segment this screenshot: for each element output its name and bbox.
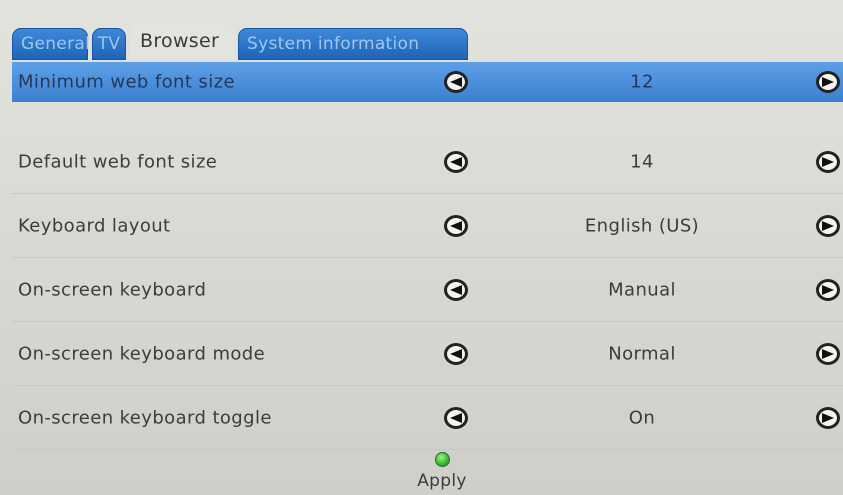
arrow-left-icon[interactable] [444, 150, 468, 173]
arrow-left-icon[interactable] [444, 214, 468, 237]
setting-label: On-screen keyboard [18, 279, 207, 300]
tab-bar: General TV Browser System information [12, 14, 472, 60]
setting-value: Manual [608, 279, 676, 300]
setting-row-default-web-font-size[interactable]: Default web font size 14 [12, 130, 843, 194]
settings-list: Minimum web font size 12 Default web fon… [12, 62, 843, 450]
setting-label: On-screen keyboard toggle [18, 407, 272, 428]
arrow-right-icon[interactable] [816, 71, 840, 93]
apply-button[interactable]: Apply [400, 452, 484, 491]
apply-label: Apply [417, 471, 467, 491]
setting-row-on-screen-keyboard[interactable]: On-screen keyboard Manual [12, 258, 843, 322]
arrow-left-icon[interactable] [444, 406, 468, 429]
arrow-left-icon[interactable] [444, 71, 468, 93]
setting-label: Default web font size [18, 151, 218, 172]
setting-row-minimum-web-font-size[interactable]: Minimum web font size 12 [12, 62, 843, 102]
arrow-right-icon[interactable] [816, 150, 840, 173]
setting-row-on-screen-keyboard-mode[interactable]: On-screen keyboard mode Normal [12, 322, 843, 386]
arrow-right-icon[interactable] [816, 342, 840, 365]
green-led-icon [434, 452, 450, 467]
setting-label: Minimum web font size [18, 71, 235, 93]
setting-value: Normal [608, 343, 676, 364]
tab-browser[interactable]: Browser [130, 22, 234, 60]
setting-label: Keyboard layout [18, 215, 171, 236]
arrow-left-icon[interactable] [444, 342, 468, 365]
tab-general[interactable]: General [12, 28, 91, 60]
arrow-right-icon[interactable] [816, 278, 840, 301]
arrow-right-icon[interactable] [816, 406, 840, 429]
tab-tv[interactable]: TV [92, 28, 126, 60]
tab-tv-label: TV [97, 34, 121, 54]
setting-value: 14 [630, 151, 654, 172]
setting-label: On-screen keyboard mode [18, 343, 266, 364]
setting-row-on-screen-keyboard-toggle[interactable]: On-screen keyboard toggle On [12, 386, 843, 450]
arrow-left-icon[interactable] [444, 278, 468, 301]
tab-system-information[interactable]: System information [238, 28, 468, 60]
setting-value: 12 [630, 71, 654, 93]
tab-system-information-label: System information [247, 34, 420, 54]
settings-screen: General TV Browser System information Mi… [0, 0, 843, 495]
tab-browser-label: Browser [140, 30, 220, 52]
setting-value: On [628, 407, 656, 428]
tab-general-label: General [21, 34, 91, 54]
arrow-right-icon[interactable] [816, 214, 840, 237]
setting-row-keyboard-layout[interactable]: Keyboard layout English (US) [12, 194, 843, 258]
setting-value: English (US) [584, 215, 700, 236]
